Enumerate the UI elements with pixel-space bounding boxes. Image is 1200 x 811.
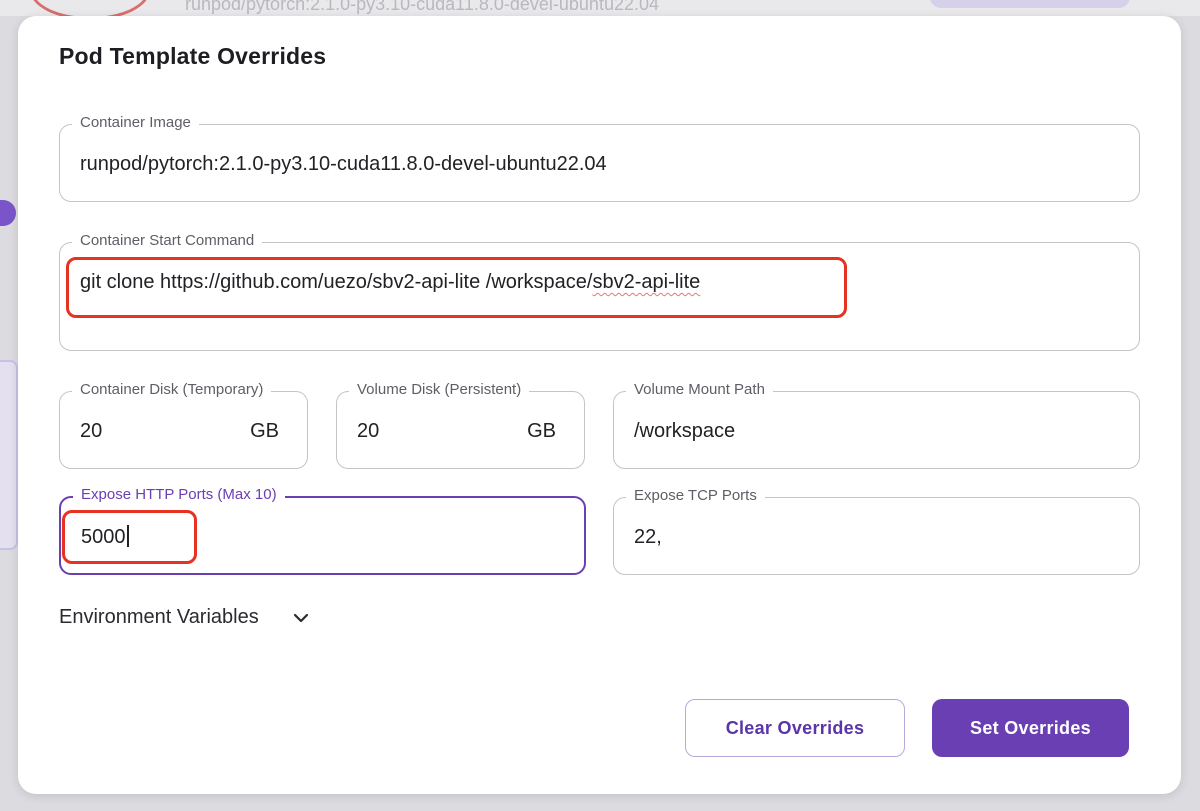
expose-http-ports-label: Expose HTTP Ports (Max 10) xyxy=(73,486,285,503)
container-start-command-label: Container Start Command xyxy=(72,232,263,249)
volume-disk-field[interactable]: Volume Disk (Persistent) 20 GB xyxy=(336,381,585,469)
start-command-highlight xyxy=(66,257,847,318)
expose-tcp-ports-value: 22, xyxy=(634,526,662,548)
container-disk-unit: GB xyxy=(250,420,279,442)
container-image-field[interactable]: Container Image runpod/pytorch:2.1.0-py3… xyxy=(59,114,1140,202)
volume-disk-label: Volume Disk (Persistent) xyxy=(349,381,530,398)
background-card xyxy=(0,360,18,550)
volume-mount-path-label: Volume Mount Path xyxy=(626,381,773,398)
container-disk-value: 20 xyxy=(80,420,103,442)
container-image-value: runpod/pytorch:2.1.0-py3.10-cuda11.8.0-d… xyxy=(80,153,607,175)
environment-variables-toggle[interactable]: Environment Variables xyxy=(59,606,311,629)
http-ports-highlight xyxy=(62,510,197,564)
chevron-down-icon xyxy=(293,613,308,622)
container-image-label: Container Image xyxy=(72,114,199,131)
background-button xyxy=(930,0,1130,8)
expose-tcp-ports-field[interactable]: Expose TCP Ports 22, xyxy=(613,487,1140,575)
container-disk-field[interactable]: Container Disk (Temporary) 20 GB xyxy=(59,381,308,469)
volume-mount-path-value: /workspace xyxy=(634,420,736,442)
volume-disk-value: 20 xyxy=(357,420,380,442)
container-disk-label: Container Disk (Temporary) xyxy=(72,381,272,398)
pod-template-overrides-modal: Pod Template Overrides Container Image r… xyxy=(18,16,1181,794)
expose-tcp-ports-label: Expose TCP Ports xyxy=(626,487,765,504)
volume-disk-unit: GB xyxy=(527,420,556,442)
environment-variables-label: Environment Variables xyxy=(59,606,259,628)
background-image-text: runpod/pytorch:2.1.0-py3.10-cuda11.8.0-d… xyxy=(185,0,660,14)
clear-overrides-button[interactable]: Clear Overrides xyxy=(685,699,905,757)
modal-title: Pod Template Overrides xyxy=(59,43,327,69)
background-radio xyxy=(0,200,16,226)
set-overrides-button[interactable]: Set Overrides xyxy=(932,699,1129,757)
volume-mount-path-field[interactable]: Volume Mount Path /workspace xyxy=(613,381,1140,469)
